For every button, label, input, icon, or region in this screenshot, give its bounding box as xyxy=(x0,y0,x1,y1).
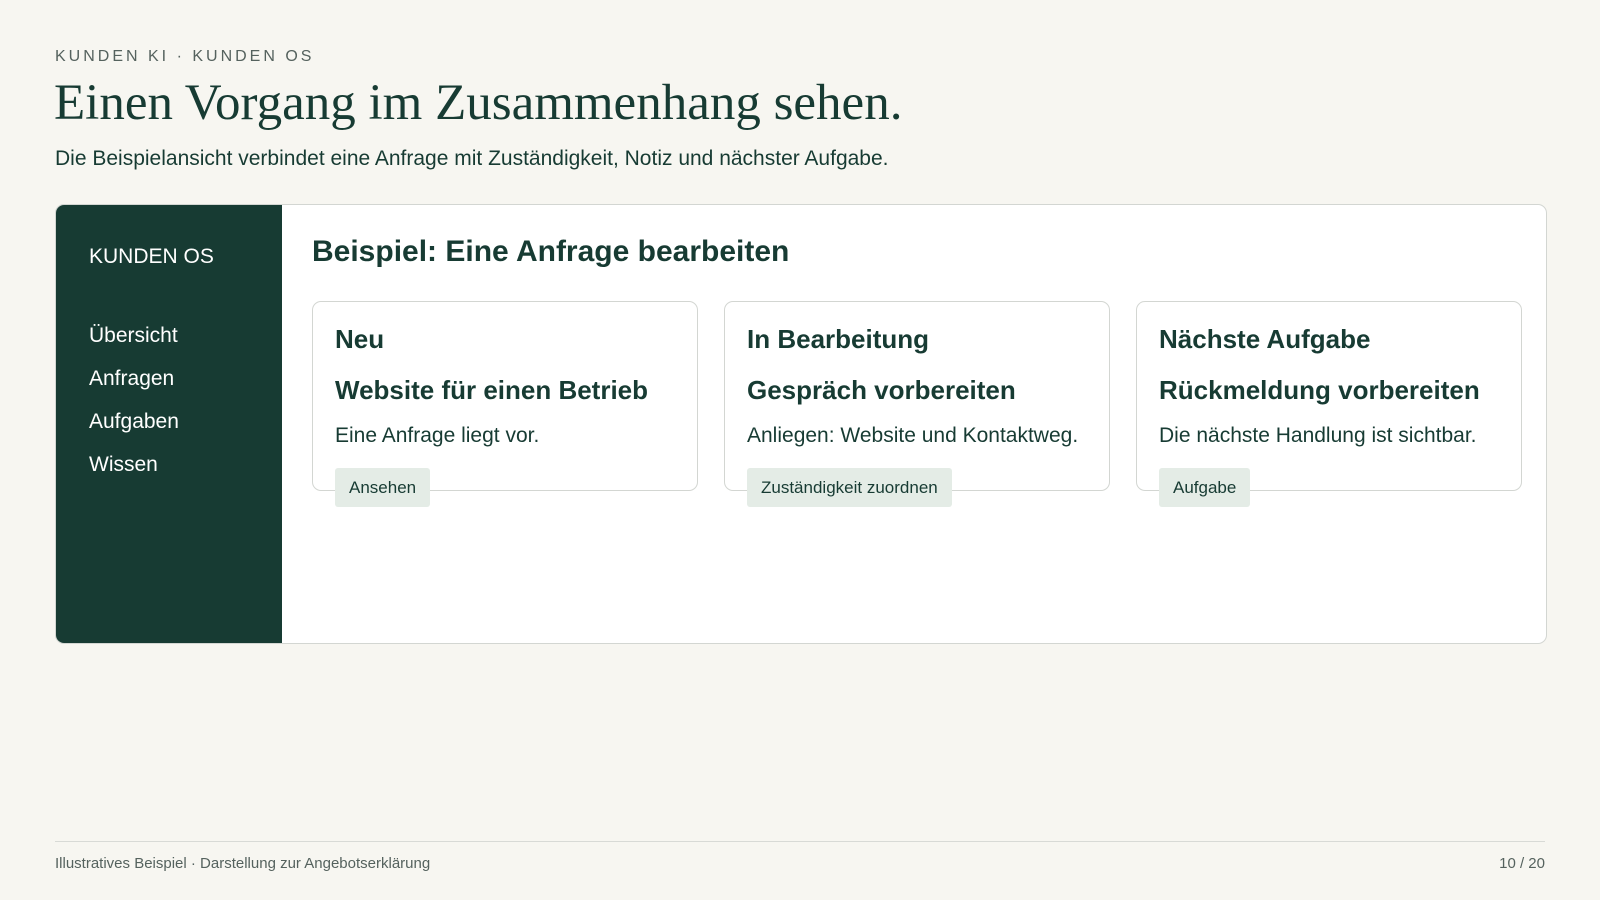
status-card-in-progress: In Bearbeitung Gespräch vorbereiten Anli… xyxy=(724,301,1110,507)
page-number: 10 / 20 xyxy=(1499,855,1545,872)
card-status-label: In Bearbeitung xyxy=(747,324,930,354)
app-preview-window: KUNDEN OS Übersicht Anfragen Aufgaben Wi… xyxy=(55,204,1547,644)
sidebar-item-anfragen[interactable]: Anfragen xyxy=(89,366,179,409)
main-content: Beispiel: Eine Anfrage bearbeiten Neu We… xyxy=(282,205,1546,643)
sidebar-item-wissen[interactable]: Wissen xyxy=(89,452,179,495)
card-description: Eine Anfrage liegt vor. xyxy=(335,424,540,447)
card-title: Gespräch vorbereiten xyxy=(747,375,1016,405)
page-subtitle: Die Beispielansicht verbindet eine Anfra… xyxy=(55,147,889,170)
sidebar-item-aufgaben[interactable]: Aufgaben xyxy=(89,409,179,452)
status-card-new: Neu Website für einen Betrieb Eine Anfra… xyxy=(312,301,698,507)
page-title: Einen Vorgang im Zusammenhang sehen. xyxy=(54,75,903,131)
card-status-label: Neu xyxy=(335,324,385,354)
sidebar-nav: Übersicht Anfragen Aufgaben Wissen xyxy=(89,323,179,495)
footer-divider xyxy=(55,841,1545,842)
card-row: Neu Website für einen Betrieb Eine Anfra… xyxy=(312,301,1522,507)
status-card-next-task: Nächste Aufgabe Rückmeldung vorbereiten … xyxy=(1136,301,1522,507)
section-heading: Beispiel: Eine Anfrage bearbeiten xyxy=(312,235,790,268)
card-title: Website für einen Betrieb xyxy=(335,375,649,405)
footer-note: Illustratives Beispiel · Darstellung zur… xyxy=(55,855,431,872)
card-title: Rückmeldung vorbereiten xyxy=(1159,375,1480,405)
card-description: Anliegen: Website und Kontaktweg. xyxy=(747,424,1079,447)
view-button[interactable]: Ansehen xyxy=(335,468,431,507)
sidebar-brand: KUNDEN OS xyxy=(89,245,214,268)
task-button[interactable]: Aufgabe xyxy=(1159,468,1251,507)
sidebar-item-uebersicht[interactable]: Übersicht xyxy=(89,323,179,366)
assign-responsibility-button[interactable]: Zuständigkeit zuordnen xyxy=(747,468,952,507)
card-status-label: Nächste Aufgabe xyxy=(1159,324,1371,354)
eyebrow-label: KUNDEN KI · KUNDEN OS xyxy=(55,48,315,65)
sidebar: KUNDEN OS Übersicht Anfragen Aufgaben Wi… xyxy=(56,205,282,643)
card-description: Die nächste Handlung ist sichtbar. xyxy=(1159,424,1477,447)
